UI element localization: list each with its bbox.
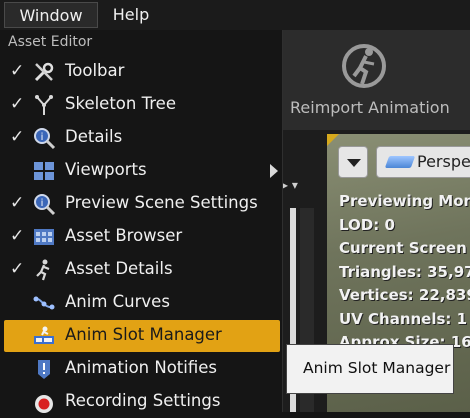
- asset-details-icon: [36, 259, 50, 281]
- check-icon: ✓: [10, 259, 25, 279]
- menu-item-anim-slot-manager[interactable]: Anim Slot Manager: [4, 320, 280, 352]
- check-icon: ✓: [10, 61, 25, 81]
- menu-item-label: Asset Browser: [65, 226, 183, 245]
- viewport-stat-line: Vertices: 22,839: [339, 286, 470, 304]
- check-icon: ✓: [10, 127, 25, 147]
- menu-item-recording-settings[interactable]: Recording Settings: [4, 386, 280, 418]
- viewport-stats: Previewing Mont LOD: 0 Current Screen S …: [339, 190, 470, 355]
- menu-item-label: Recording Settings: [65, 391, 221, 410]
- menu-item-asset-details[interactable]: ✓ Asset Details: [4, 254, 280, 286]
- section-header-asset-editor: Asset Editor: [8, 34, 93, 50]
- menu-item-animation-notifies[interactable]: Animation Notifies: [4, 353, 280, 385]
- menu-item-preview-scene-settings[interactable]: ✓ i Preview Scene Settings: [4, 188, 280, 220]
- viewport-stat-line: Current Screen S: [339, 239, 470, 257]
- preview-scene-icon: i: [34, 194, 56, 216]
- animation-notifies-icon: [38, 360, 50, 379]
- reimport-animation-label[interactable]: Reimport Animation: [290, 98, 450, 117]
- anim-slot-manager-icon: [34, 326, 54, 344]
- menu-item-anim-curves[interactable]: Anim Curves: [4, 287, 280, 319]
- check-icon: ✓: [10, 193, 25, 213]
- menu-item-label: Skeleton Tree: [65, 94, 176, 113]
- viewports-grid-icon: [34, 162, 54, 180]
- window-dropdown-menu: Asset Editor ✓ Toolbar ✓ Skeleton Tree ✓…: [0, 30, 283, 413]
- asset-browser-icon: [34, 229, 54, 245]
- perspective-button[interactable]: Perspec: [376, 146, 470, 178]
- viewport-stat-line: UV Channels: 1: [339, 309, 468, 328]
- tooltip-text: Anim Slot Manager: [303, 359, 451, 377]
- skeleton-tree-icon: [35, 95, 53, 115]
- menu-bar: Window Help: [0, 0, 470, 31]
- panel-options-icon[interactable]: ▸ ▾: [282, 178, 306, 198]
- menu-item-viewports[interactable]: Viewports: [4, 155, 280, 187]
- tooltip: Anim Slot Manager: [286, 344, 454, 394]
- help-menu-button[interactable]: Help: [100, 2, 162, 28]
- viewport-stat-line: LOD: 0: [339, 215, 395, 234]
- menu-item-label: Viewports: [65, 160, 147, 179]
- perspective-label: Perspec: [417, 152, 470, 171]
- menu-item-skeleton-tree[interactable]: ✓ Skeleton Tree: [4, 89, 280, 121]
- viewport-active-corner: [327, 134, 339, 146]
- window-menu-button[interactable]: Window: [4, 2, 98, 28]
- check-icon: ✓: [10, 94, 25, 114]
- menu-item-toolbar[interactable]: ✓ Toolbar: [4, 56, 280, 88]
- viewport-stat-line: Triangles: 35,97: [339, 262, 470, 281]
- menu-item-label: Preview Scene Settings: [65, 193, 258, 212]
- menu-item-label: Toolbar: [65, 61, 125, 80]
- submenu-arrow-icon: [270, 164, 278, 178]
- anim-curves-icon: [33, 296, 55, 310]
- recording-icon: [35, 395, 53, 413]
- menu-item-details[interactable]: ✓ i Details: [4, 122, 280, 154]
- reimport-animation-icon[interactable]: [336, 38, 392, 94]
- menu-item-label: Details: [65, 127, 123, 146]
- menu-item-label: Animation Notifies: [65, 358, 217, 377]
- viewport-stat-line: Previewing Mont: [339, 192, 470, 210]
- wrench-screwdriver-icon: [34, 62, 54, 82]
- check-icon: ✓: [10, 226, 25, 246]
- svg-text:i: i: [41, 132, 44, 143]
- menu-item-asset-browser[interactable]: ✓ Asset Browser: [4, 221, 280, 253]
- viewport-options-dropdown[interactable]: [338, 146, 368, 178]
- menu-item-label: Anim Slot Manager: [65, 325, 222, 344]
- menu-item-label: Anim Curves: [65, 292, 170, 311]
- details-magnifier-icon: i: [34, 128, 56, 150]
- perspective-icon: [384, 156, 416, 168]
- menu-item-label: Asset Details: [65, 259, 173, 278]
- svg-text:i: i: [41, 198, 44, 209]
